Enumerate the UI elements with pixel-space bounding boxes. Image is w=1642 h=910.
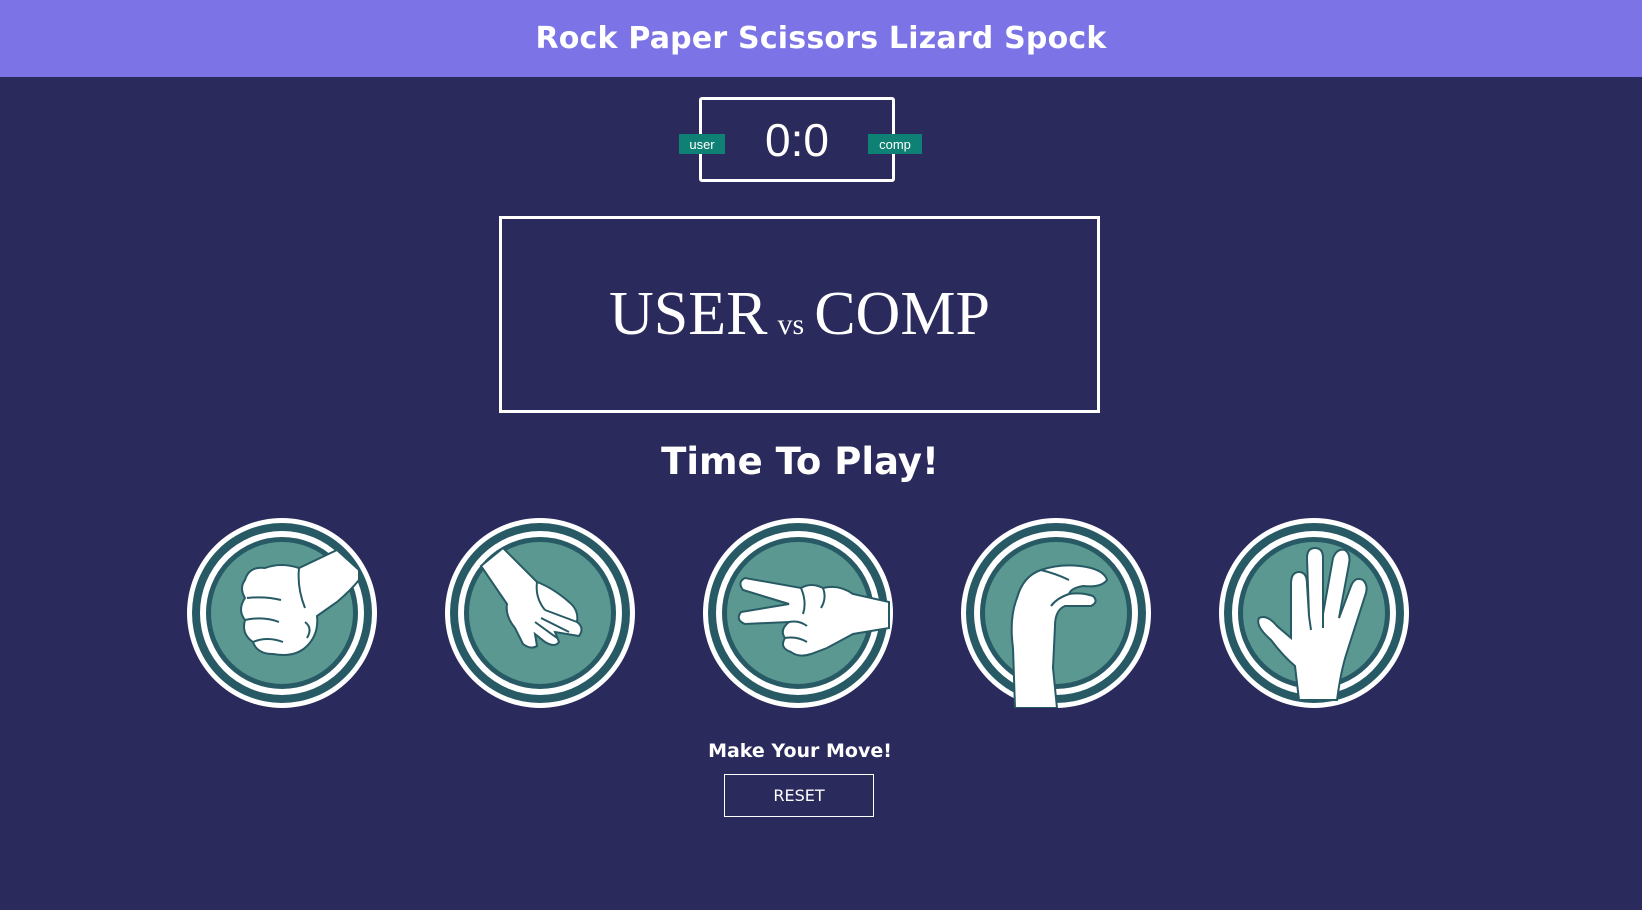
rock-fist-icon bbox=[240, 548, 360, 656]
choice-scissors[interactable] bbox=[703, 518, 893, 708]
lizard-hand-icon bbox=[1010, 564, 1109, 708]
user-score-badge: user bbox=[679, 134, 725, 154]
paper-hand-icon bbox=[479, 546, 583, 649]
spock-hand-icon bbox=[1257, 546, 1368, 701]
scoreboard: user 0:0 comp bbox=[679, 97, 922, 182]
scissors-hand-icon bbox=[737, 576, 890, 657]
result-vs-label: vs bbox=[777, 307, 805, 341]
result-board: USER vs COMP bbox=[499, 216, 1100, 413]
app-header: Rock Paper Scissors Lizard Spock bbox=[0, 0, 1642, 77]
comp-score-badge: comp bbox=[868, 134, 922, 154]
app-title: Rock Paper Scissors Lizard Spock bbox=[535, 21, 1107, 56]
choice-lizard[interactable] bbox=[961, 518, 1151, 708]
choice-paper[interactable] bbox=[445, 518, 635, 708]
result-user-label: USER bbox=[609, 280, 768, 348]
choice-spock[interactable] bbox=[1219, 518, 1409, 708]
reset-button[interactable]: RESET bbox=[724, 774, 874, 817]
result-comp-label: COMP bbox=[814, 280, 990, 348]
score-display: 0:0 bbox=[765, 113, 829, 166]
game-prompt: Time To Play! bbox=[661, 440, 939, 483]
move-instruction: Make Your Move! bbox=[708, 740, 892, 762]
choice-rock[interactable] bbox=[187, 518, 377, 708]
